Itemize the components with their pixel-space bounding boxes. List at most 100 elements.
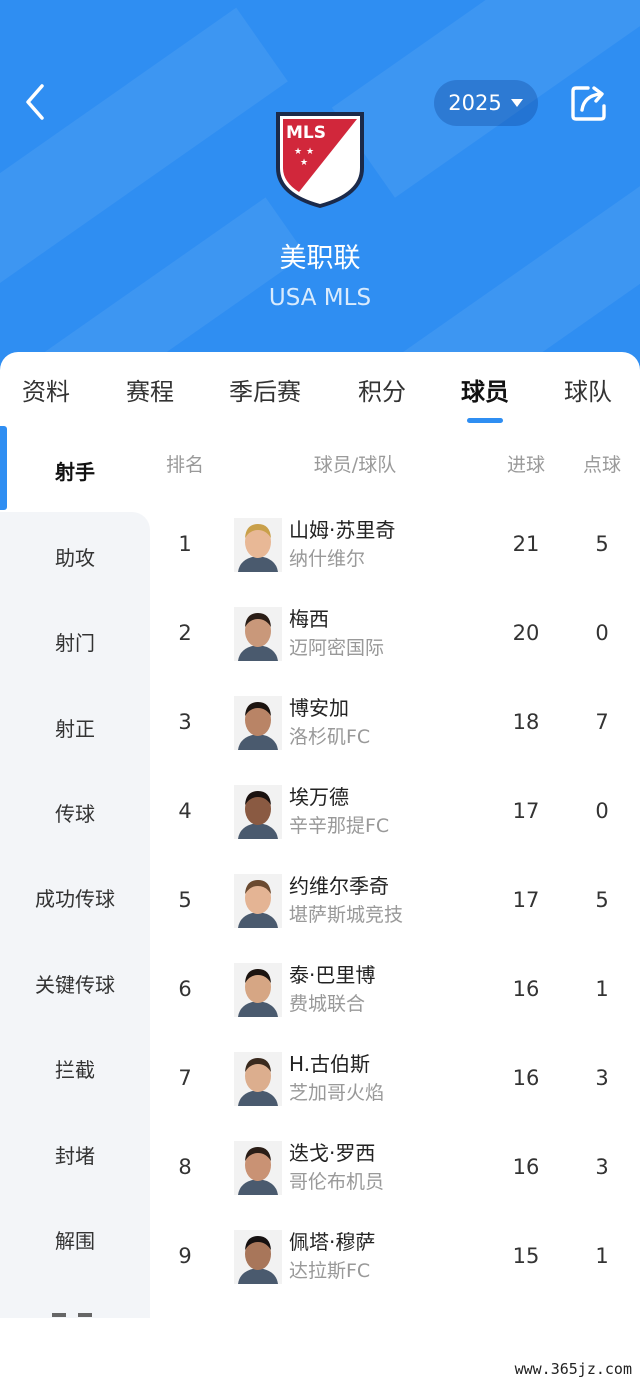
team-name: 芝加哥火焰 xyxy=(289,1082,385,1104)
svg-text:★: ★ xyxy=(300,158,308,168)
header-goals: 进球 xyxy=(506,454,546,476)
goals-cell: 21 xyxy=(512,532,540,556)
penalties-cell: 0 xyxy=(595,799,609,823)
goals-cell: 16 xyxy=(512,1155,540,1179)
player-avatar xyxy=(234,1141,282,1195)
stat-category-sidebar: 射手 助攻 射门 射正 传球 成功传球 关键传球 拦截 封堵 解围 xyxy=(0,426,150,1318)
category-blocks[interactable]: 封堵 xyxy=(0,1140,150,1169)
table-row[interactable]: 5 约维尔季奇堪萨斯城竞技 17 5 xyxy=(150,870,640,959)
team-name: 费城联合 xyxy=(289,993,366,1015)
rank-cell: 4 xyxy=(178,799,192,823)
league-name-en: USA MLS xyxy=(268,285,372,311)
goals-cell: 17 xyxy=(512,888,540,912)
player-avatar xyxy=(234,1230,282,1284)
category-shots-on-target[interactable]: 射正 xyxy=(0,713,150,742)
player-name: H.古伯斯 xyxy=(289,1052,371,1076)
watermark: www.365jz.com xyxy=(514,1360,632,1378)
rank-cell: 3 xyxy=(178,710,192,734)
season-value: 2025 xyxy=(448,91,502,115)
player-avatar xyxy=(234,696,282,750)
team-name: 辛辛那提FC xyxy=(289,815,390,837)
header-player-team: 球员/球队 xyxy=(313,454,397,476)
team-name: 纳什维尔 xyxy=(289,548,366,570)
league-name: 美职联 xyxy=(279,243,361,274)
table-row[interactable]: 9 佩塔·穆萨达拉斯FC 15 1 xyxy=(150,1226,640,1315)
rank-cell: 9 xyxy=(178,1244,192,1268)
tab-bar: 资料 赛程 季后赛 积分 球员 球队 xyxy=(0,352,640,426)
player-avatar xyxy=(234,1052,282,1106)
player-name: 博安加 xyxy=(289,696,349,720)
league-header: 2025 MLS ★ ★ ★ 美职联 USA MLS xyxy=(0,0,640,372)
category-clearances[interactable]: 解围 xyxy=(0,1225,150,1254)
goals-cell: 15 xyxy=(512,1244,540,1268)
rank-cell: 2 xyxy=(178,621,192,645)
penalties-cell: 1 xyxy=(595,1244,609,1268)
category-goals[interactable]: 射手 xyxy=(0,456,150,485)
goals-cell: 16 xyxy=(512,977,540,1001)
player-name: 迭戈·罗西 xyxy=(289,1141,376,1165)
rank-cell: 7 xyxy=(178,1066,192,1090)
penalties-cell: 1 xyxy=(595,977,609,1001)
category-assists[interactable]: 助攻 xyxy=(0,542,150,571)
tab-info[interactable]: 资料 xyxy=(22,372,70,407)
penalties-cell: 3 xyxy=(595,1066,609,1090)
category-key-passes[interactable]: 关键传球 xyxy=(0,969,150,998)
svg-text:★: ★ xyxy=(306,147,314,157)
player-avatar xyxy=(234,607,282,661)
table-row[interactable]: 6 泰·巴里博费城联合 16 1 xyxy=(150,959,640,1048)
mls-logo-icon: MLS ★ ★ ★ xyxy=(276,112,364,208)
rank-cell: 6 xyxy=(178,977,192,1001)
goals-cell: 20 xyxy=(512,621,540,645)
tab-players[interactable]: 球员 xyxy=(461,372,509,407)
active-tab-indicator xyxy=(467,418,503,423)
category-interceptions[interactable]: 拦截 xyxy=(0,1054,150,1083)
table-row[interactable]: 3 博安加洛杉矶FC 18 7 xyxy=(150,692,640,781)
penalties-cell: 0 xyxy=(595,621,609,645)
player-name: 佩塔·穆萨 xyxy=(289,1230,376,1254)
team-name: 洛杉矶FC xyxy=(289,726,371,748)
header-penalties: 点球 xyxy=(582,454,622,476)
team-name: 达拉斯FC xyxy=(289,1260,371,1282)
caret-down-icon xyxy=(510,99,523,107)
goals-cell: 16 xyxy=(512,1066,540,1090)
player-name: 泰·巴里博 xyxy=(289,963,376,987)
table-row[interactable]: 4 埃万德辛辛那提FC 17 0 xyxy=(150,781,640,870)
header-rank: 排名 xyxy=(165,454,205,476)
player-avatar xyxy=(234,874,282,928)
goals-cell: 17 xyxy=(512,799,540,823)
team-name: 迈阿密国际 xyxy=(289,637,385,659)
share-icon[interactable] xyxy=(568,82,610,124)
tab-schedule[interactable]: 赛程 xyxy=(126,372,174,407)
season-selector[interactable]: 2025 xyxy=(434,80,538,126)
tab-standings[interactable]: 积分 xyxy=(358,372,406,407)
table-row[interactable]: 1 山姆·苏里奇 纳什维尔 21 5 xyxy=(150,514,640,603)
player-avatar xyxy=(234,963,282,1017)
player-name: 山姆·苏里奇 xyxy=(289,518,396,542)
player-name: 梅西 xyxy=(289,607,329,631)
category-shots[interactable]: 射门 xyxy=(0,627,150,656)
rank-cell: 1 xyxy=(178,532,192,556)
player-name: 埃万德 xyxy=(289,785,349,809)
player-avatar xyxy=(234,785,282,839)
team-name: 堪萨斯城竞技 xyxy=(289,904,404,926)
table-row[interactable]: 7 H.古伯斯芝加哥火焰 16 3 xyxy=(150,1048,640,1137)
goals-cell: 18 xyxy=(512,710,540,734)
back-arrow-icon[interactable] xyxy=(14,80,58,124)
penalties-cell: 7 xyxy=(595,710,609,734)
rank-cell: 5 xyxy=(178,888,192,912)
penalties-cell: 3 xyxy=(595,1155,609,1179)
player-name: 约维尔季奇 xyxy=(289,874,389,898)
table-row[interactable]: 2 梅西迈阿密国际 20 0 xyxy=(150,603,640,692)
player-avatar xyxy=(234,518,282,572)
rank-cell: 8 xyxy=(178,1155,192,1179)
logo-text: MLS xyxy=(286,123,326,143)
svg-text:★: ★ xyxy=(294,147,302,157)
tab-teams[interactable]: 球队 xyxy=(564,372,612,407)
table-row[interactable]: 8 迭戈·罗西哥伦布机员 16 3 xyxy=(150,1137,640,1226)
category-successful-passes[interactable]: 成功传球 xyxy=(0,883,150,912)
penalties-cell: 5 xyxy=(595,888,609,912)
category-passes[interactable]: 传球 xyxy=(0,798,150,827)
penalties-cell: 5 xyxy=(595,532,609,556)
tab-playoffs[interactable]: 季后赛 xyxy=(229,372,301,407)
team-name: 哥伦布机员 xyxy=(289,1171,385,1193)
